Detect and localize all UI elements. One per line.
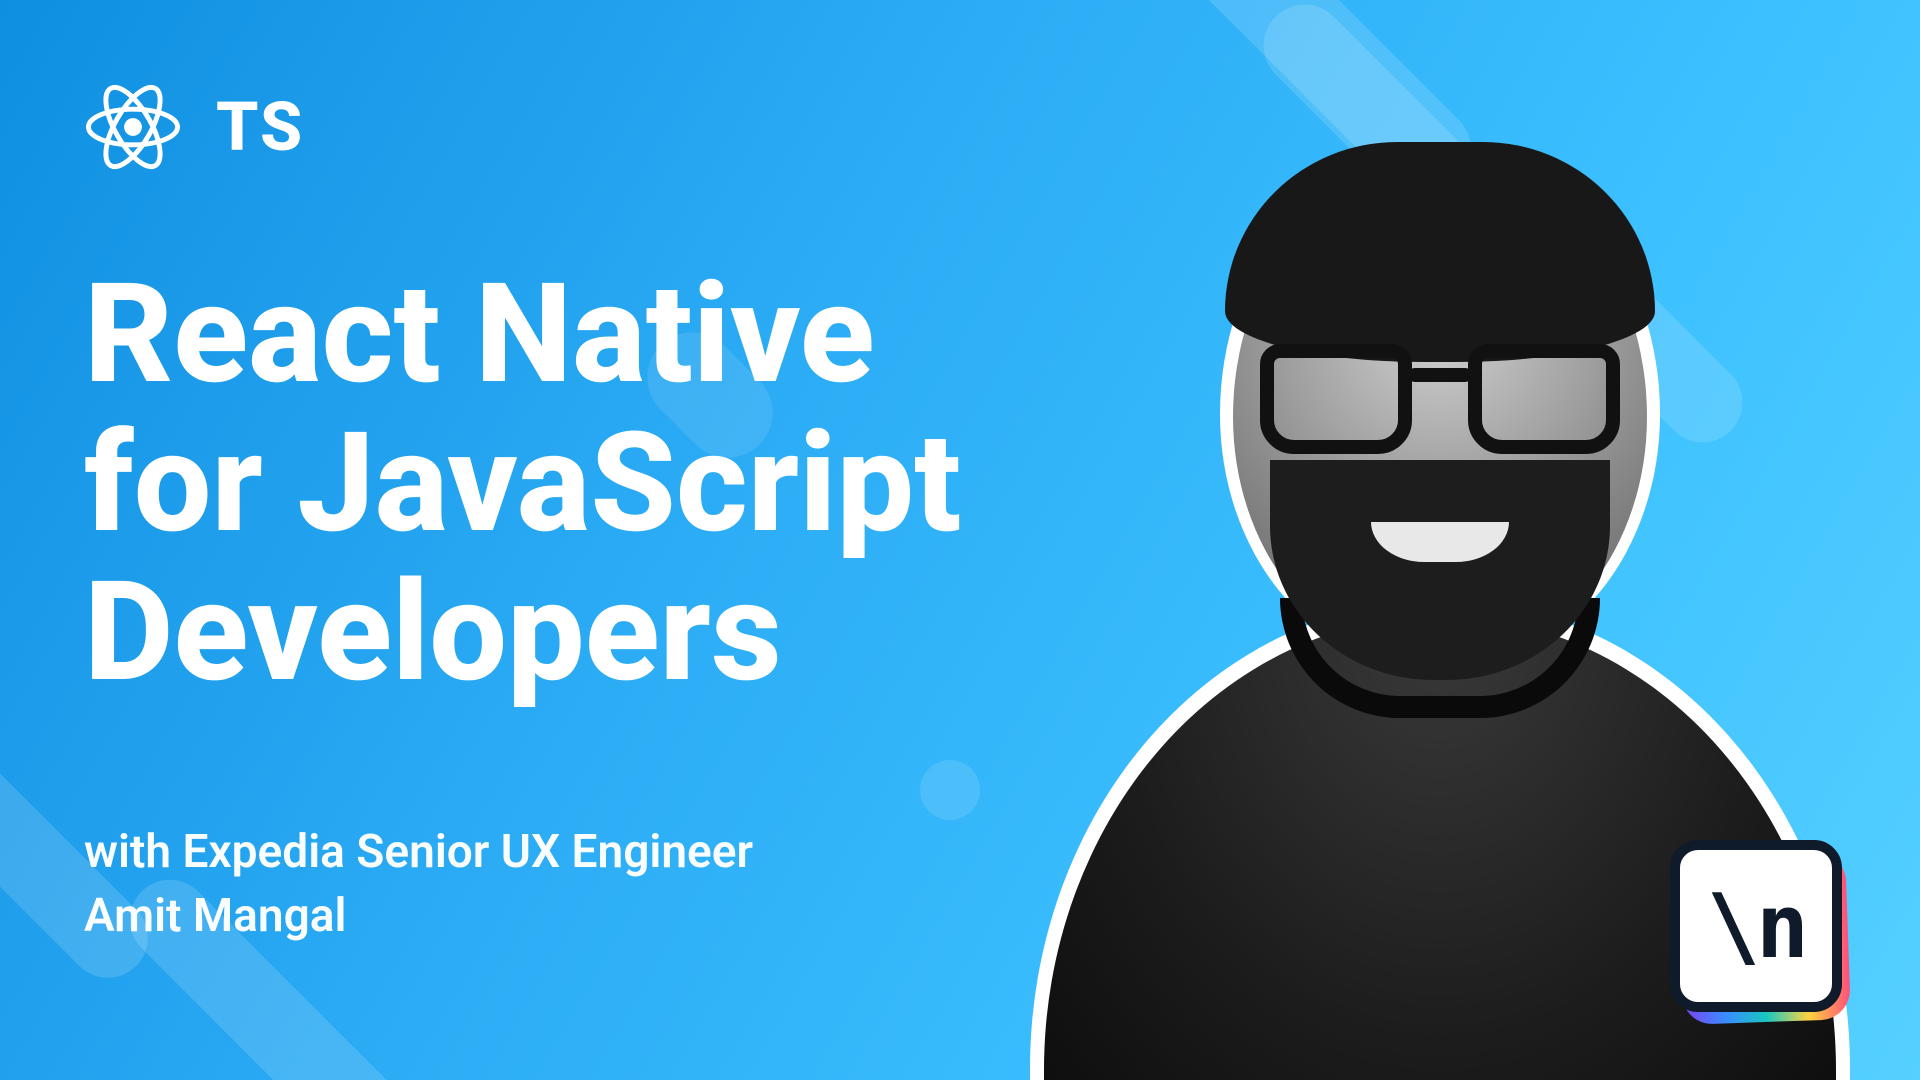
brand-badge: \n [1670,840,1850,1020]
course-subtitle: with Expedia Senior UX Engineer Amit Man… [84,820,753,949]
brand-glyph: \n [1707,875,1805,978]
typescript-label: TS [216,87,304,167]
course-hero-card: TS React Native for JavaScript Developer… [0,0,1920,1080]
brand-front-card: \n [1670,840,1842,1012]
tech-logos: TS [84,78,304,176]
course-title: React Native for JavaScript Developers [84,260,961,707]
bg-shape [908,748,993,833]
react-icon [84,78,182,176]
